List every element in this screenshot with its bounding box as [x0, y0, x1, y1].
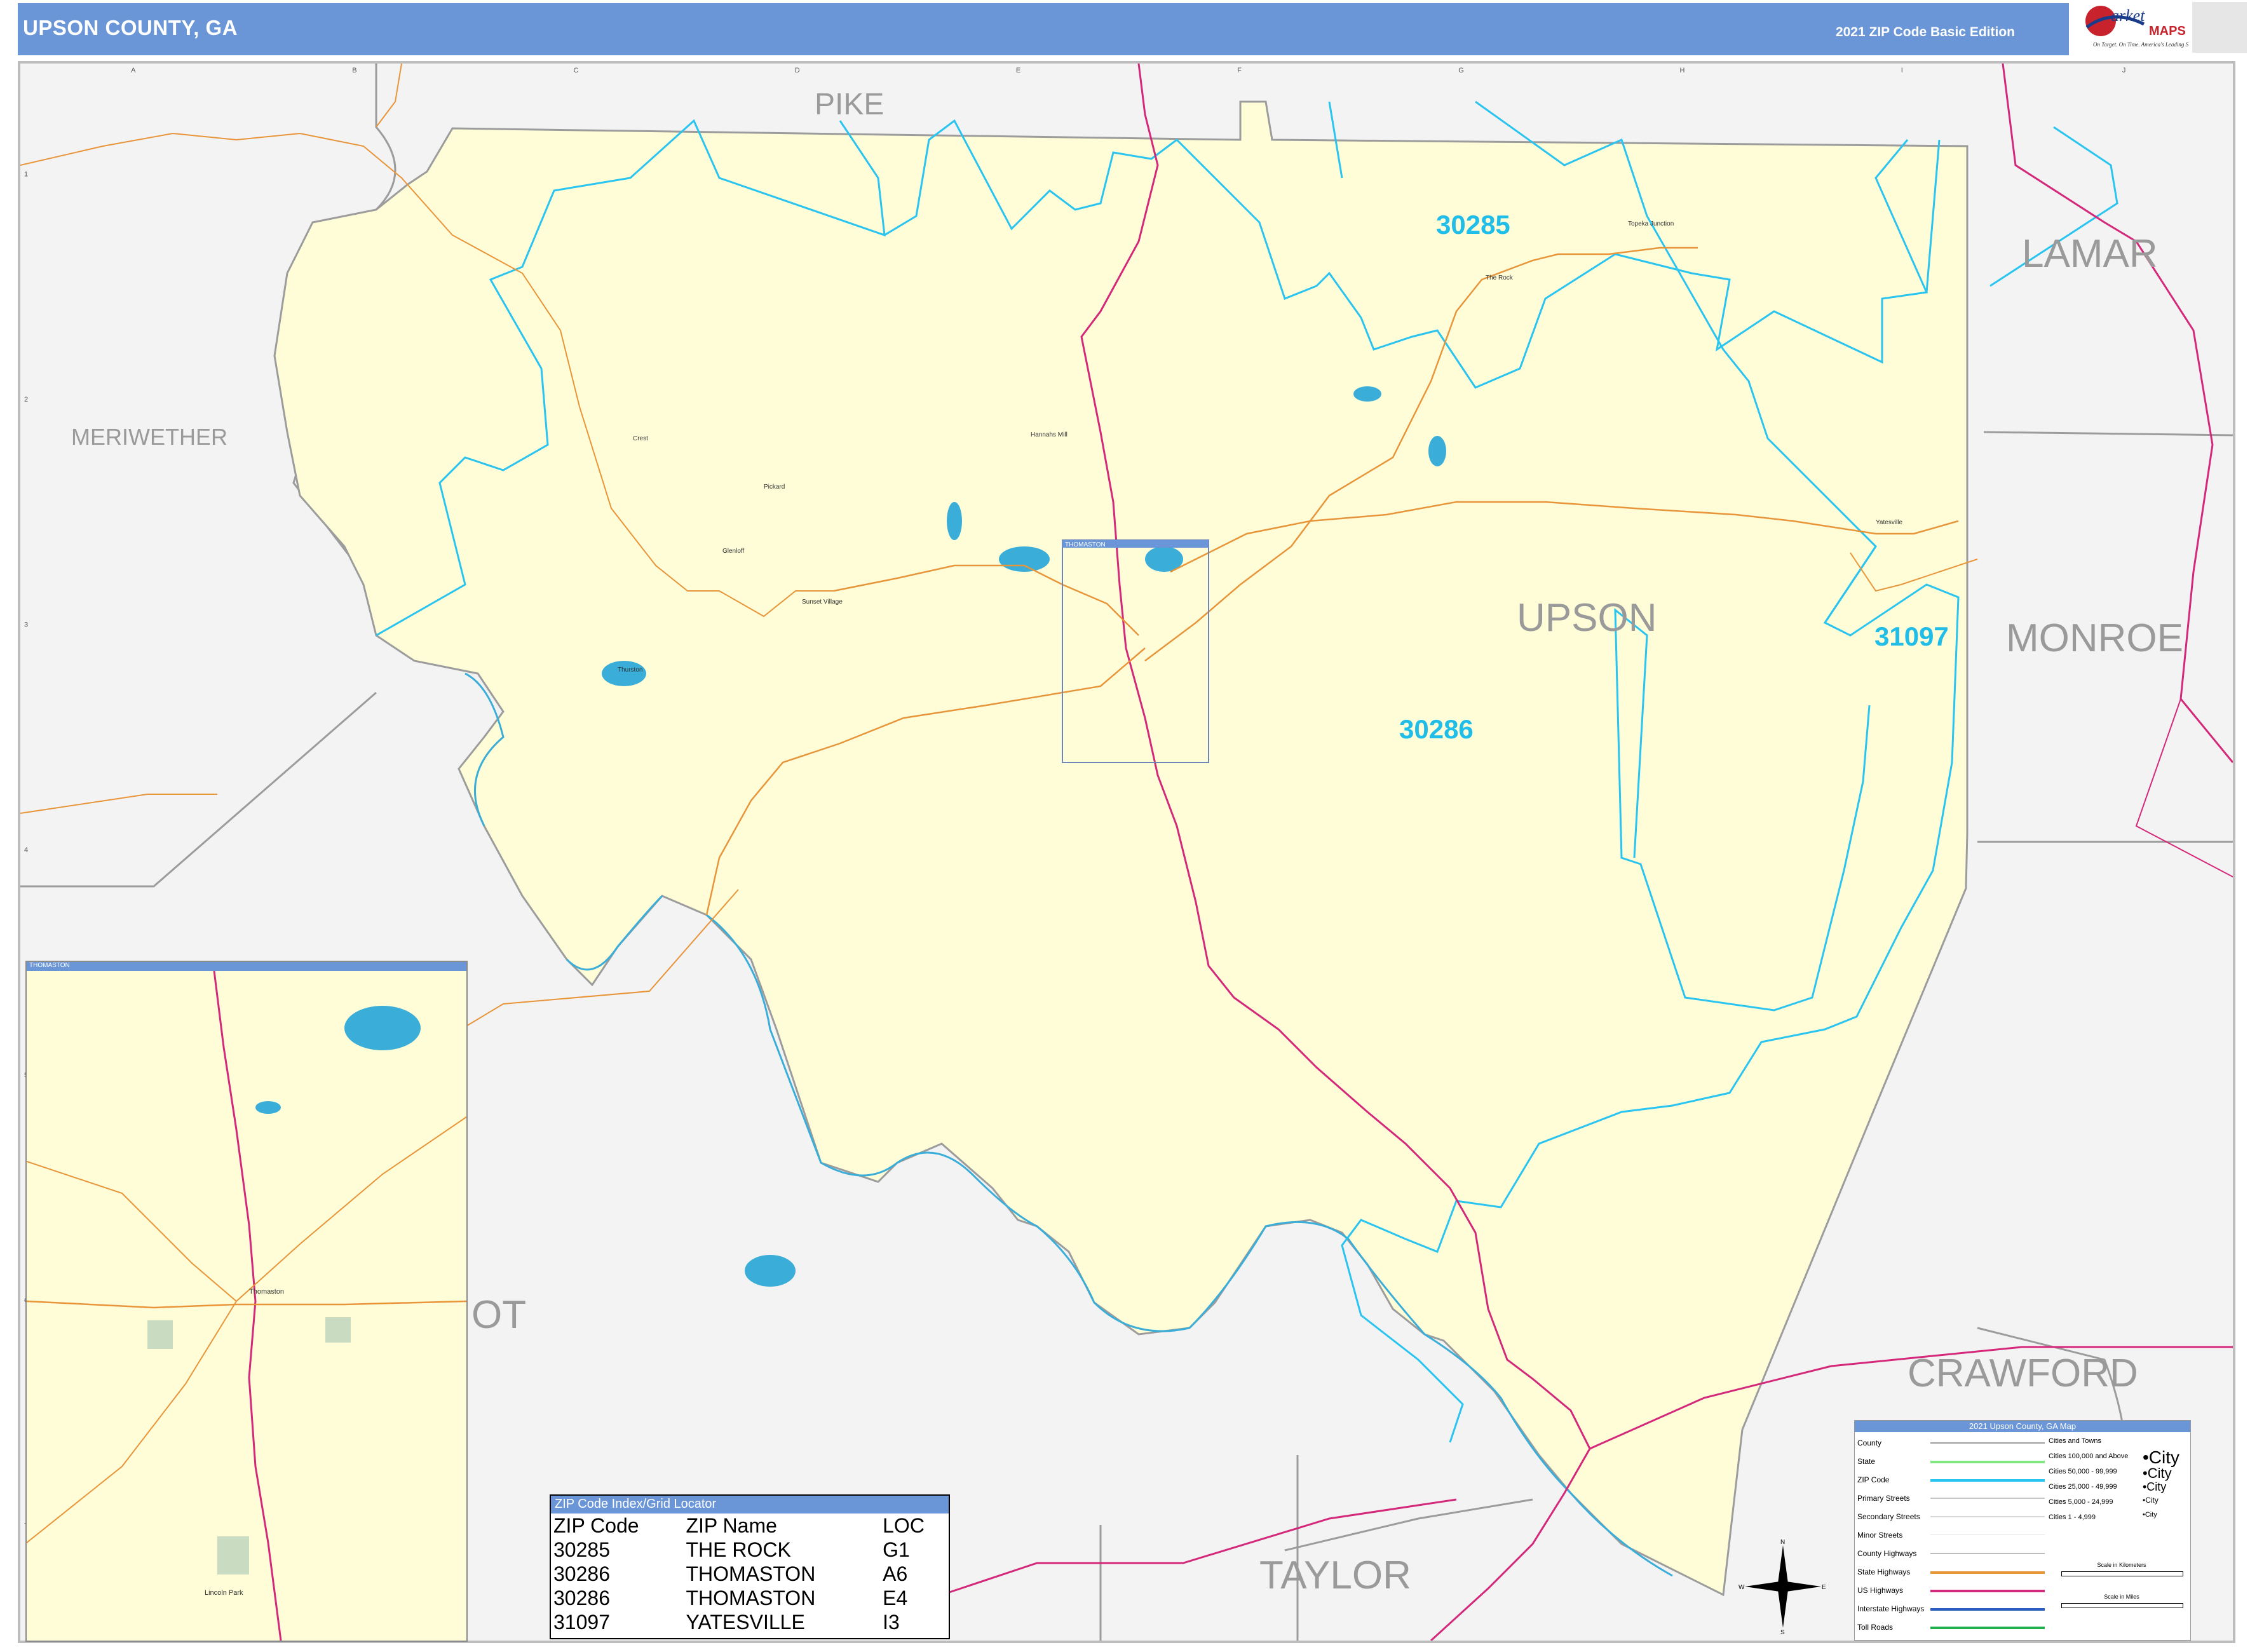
grid-row-label: 1 [24, 170, 28, 178]
thomaston-inset-map[interactable]: THOMASTON Thomaston Lincoln Park [25, 961, 468, 1642]
compass-rose-icon: N S W E [1738, 1539, 1826, 1634]
legend-city-row: Cities 50,000 - 99,999 •City [2049, 1465, 2172, 1481]
town-yatesville: Yatesville [1876, 519, 1902, 526]
legend-item-secondary: Secondary Streets [1857, 1508, 2048, 1527]
row-zip: 30286 [553, 1562, 610, 1585]
thomaston-box-label: THOMASTON [1065, 541, 1106, 548]
header-bar: UPSON COUNTY, GA 2021 ZIP Code Basic Edi… [18, 3, 2069, 55]
legend-item-interstate: Interstate Highways [1857, 1601, 2048, 1619]
row-name: YATESVILLE [686, 1611, 805, 1634]
grid-column-label: F [1237, 67, 1242, 74]
zip-index-table: ZIP Code Index/Grid Locator ZIP Code ZIP… [550, 1494, 950, 1639]
upson-county-area[interactable] [273, 100, 1969, 1597]
grid-column-label: C [574, 67, 579, 74]
legend-city-row: Cities 5,000 - 24,999 •City [2049, 1496, 2159, 1506]
inset-town-lincoln-park: Lincoln Park [205, 1589, 243, 1597]
legend-item-toll: Toll Roads [1857, 1619, 2048, 1637]
table-header-row: ZIP Code ZIP Name LOC [551, 1513, 949, 1538]
table-row[interactable]: 30285 THE ROCK G1 [551, 1538, 949, 1562]
row-name: THE ROCK [686, 1538, 791, 1561]
legend-item-primary: Primary Streets [1857, 1490, 2048, 1508]
svg-text:E: E [1822, 1584, 1826, 1591]
legend-city-row: Cities 100,000 and Above •City [2049, 1447, 2180, 1467]
svg-text:MAPS: MAPS [2149, 24, 2186, 38]
town-pickard: Pickard [764, 484, 785, 491]
town-thurston: Thurston [618, 667, 642, 674]
row-zip: 31097 [553, 1611, 610, 1634]
county-label-upson: UPSON [1517, 596, 1657, 640]
inset-map-graphic: Thomaston Lincoln Park [27, 970, 466, 1641]
town-topeka-junction: Topeka Junction [1628, 220, 1674, 227]
row-loc: E4 [883, 1587, 908, 1609]
grid-column-label: D [795, 67, 800, 74]
table-row[interactable]: 30286 THOMASTON A6 [551, 1562, 949, 1586]
grid-column-label: I [1901, 67, 1903, 74]
legend-item-county: County [1857, 1435, 2048, 1453]
grid-column-label: H [1680, 67, 1685, 74]
town-the-rock: The Rock [1486, 274, 1514, 281]
county-label-taylor: TAYLOR [1259, 1554, 1411, 1597]
inset-town-thomaston: Thomaston [249, 1288, 284, 1296]
legend-city-row: Cities 25,000 - 49,999 •City [2049, 1480, 2167, 1493]
zip-label-30286: 30286 [1399, 714, 1474, 744]
legend-item-us-hwy: US Highways [1857, 1582, 2048, 1601]
market-maps-logo[interactable]: arket MAPS On Target. On Time. America's… [2074, 2, 2243, 53]
map-legend: 2021 Upson County, GA Map County State Z… [1854, 1420, 2191, 1641]
grid-column-label: G [1458, 67, 1464, 74]
town-glenloff: Glenloff [722, 548, 745, 555]
svg-text:W: W [1738, 1584, 1745, 1591]
county-label-monroe: MONROE [2006, 616, 2183, 660]
grid-row-label: 3 [24, 621, 28, 628]
row-zip: 30286 [553, 1587, 610, 1609]
map-frame: THOMASTON PIKE LAMAR MERIWETHER UPSON MO… [18, 61, 2235, 1643]
town-hannahs-mill: Hannahs Mill [1031, 431, 1067, 438]
scale-km: Scale in Kilometers [2097, 1562, 2146, 1568]
town-sunset-village: Sunset Village [802, 599, 843, 606]
zip-label-31097: 31097 [1874, 621, 1949, 651]
county-label-meriwether: MERIWETHER [71, 424, 227, 450]
row-name: THOMASTON [686, 1587, 816, 1609]
legend-item-zip: ZIP Code [1857, 1472, 2048, 1490]
row-zip: 30285 [553, 1538, 610, 1561]
scale-mi: Scale in Miles [2104, 1594, 2139, 1600]
col-header-zip: ZIP Code [553, 1514, 639, 1537]
grid-column-label: A [131, 67, 136, 74]
logo-graphic: arket MAPS On Target. On Time. America's… [2085, 6, 2243, 48]
col-header-name: ZIP Name [686, 1514, 777, 1537]
county-label-pike: PIKE [815, 88, 884, 121]
legend-city-row: Cities 1 - 4,999 •City [2049, 1511, 2157, 1521]
inset-title: THOMASTON [27, 962, 466, 971]
legend-item-state-hwy: State Highways [1857, 1564, 2048, 1582]
row-loc: A6 [883, 1562, 908, 1585]
county-label-lamar: LAMAR [2022, 232, 2158, 276]
edition-label: 2021 ZIP Code Basic Edition [1835, 25, 2015, 39]
map-title: UPSON COUNTY, GA [23, 16, 238, 39]
logo-tagline: On Target. On Time. America's Leading So… [2093, 41, 2188, 48]
legend-item-minor: Minor Streets [1857, 1527, 2048, 1545]
grid-column-label: B [352, 67, 356, 74]
grid-row-label: 4 [24, 846, 28, 854]
col-header-loc: LOC [883, 1514, 925, 1537]
row-loc: G1 [883, 1538, 910, 1561]
county-label-talbot: OT [471, 1293, 526, 1337]
svg-text:N: N [1780, 1539, 1785, 1546]
legend-item-state: State [1857, 1453, 2048, 1472]
contact-info-panel [2192, 2, 2247, 53]
grid-column-label: E [1016, 67, 1020, 74]
legend-item-county-hwy: County Highways [1857, 1545, 2048, 1564]
grid-row-label: 2 [24, 396, 28, 403]
table-row[interactable]: 31097 YATESVILLE I3 [551, 1610, 949, 1634]
legend-title: 2021 Upson County, GA Map [1855, 1421, 2190, 1432]
town-crest: Crest [633, 435, 648, 442]
table-row[interactable]: 30286 THOMASTON E4 [551, 1586, 949, 1610]
row-name: THOMASTON [686, 1562, 816, 1585]
svg-text:S: S [1780, 1629, 1785, 1634]
grid-column-label: J [2122, 67, 2126, 74]
logo-text: arket [2111, 6, 2145, 25]
zip-index-title: ZIP Code Index/Grid Locator [551, 1496, 949, 1513]
county-label-crawford: CRAWFORD [1908, 1351, 2138, 1395]
zip-label-30285: 30285 [1436, 210, 1510, 240]
row-loc: I3 [883, 1611, 900, 1634]
